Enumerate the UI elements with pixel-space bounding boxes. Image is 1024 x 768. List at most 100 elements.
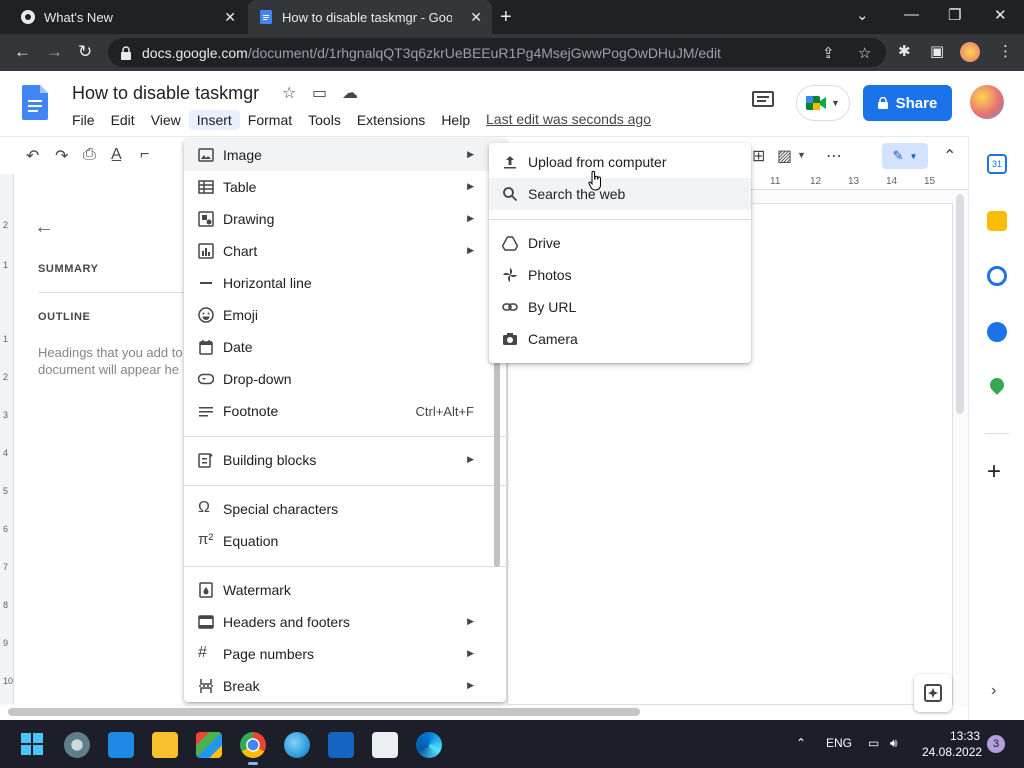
clock[interactable]: 13:33 24.08.2022: [922, 728, 982, 760]
more-options-icon[interactable]: ⋯: [826, 146, 842, 166]
minimize-icon[interactable]: —: [904, 6, 919, 23]
windows-start-icon[interactable]: [20, 732, 44, 756]
volume-icon[interactable]: 🔊︎: [890, 736, 898, 751]
browser-menu-icon[interactable]: ⋮: [998, 42, 1013, 60]
profile-avatar[interactable]: [960, 42, 980, 62]
docs-logo-icon[interactable]: [22, 85, 48, 120]
insert-drawing-item[interactable]: Drawing ▶: [184, 203, 506, 235]
menu-format[interactable]: Format: [240, 110, 300, 130]
menu-help[interactable]: Help: [433, 110, 478, 130]
insert-image-icon[interactable]: ▨: [777, 146, 792, 166]
contacts-app-icon[interactable]: [987, 322, 1007, 342]
snipping-tool-icon[interactable]: [372, 732, 398, 758]
hide-menus-chevron-icon[interactable]: ⌃: [943, 146, 956, 166]
notification-badge[interactable]: 3: [987, 735, 1005, 753]
address-bar[interactable]: docs.google.com/document/d/1rhgnalqQT3q6…: [108, 38, 886, 67]
browser-tab-whats-new[interactable]: What's New ✕: [0, 0, 246, 34]
calendar-app-icon[interactable]: 31: [987, 154, 1007, 174]
explore-button[interactable]: [914, 674, 952, 712]
chevron-down-icon[interactable]: ▼: [797, 150, 806, 160]
keep-app-icon[interactable]: [987, 211, 1007, 231]
chrome-icon[interactable]: [240, 732, 266, 765]
forward-icon[interactable]: →: [46, 42, 63, 62]
insert-watermark-item[interactable]: Watermark: [184, 574, 506, 606]
close-tab-icon[interactable]: ✕: [470, 9, 482, 26]
tasks-app-icon[interactable]: [987, 266, 1007, 286]
insert-date-item[interactable]: Date: [184, 331, 506, 363]
language-indicator[interactable]: ENG: [826, 736, 852, 750]
move-folder-icon[interactable]: ▭: [312, 83, 327, 103]
menu-file[interactable]: File: [64, 110, 103, 130]
last-edit-link[interactable]: Last edit was seconds ago: [486, 111, 651, 127]
editing-mode-button[interactable]: ✎ ▼: [882, 143, 928, 169]
insert-break-item[interactable]: Break ▶: [184, 670, 506, 702]
extensions-icon[interactable]: ✱: [898, 42, 911, 60]
reload-icon[interactable]: ↻: [78, 42, 92, 62]
close-window-icon[interactable]: ✕: [994, 6, 1007, 24]
undo-icon[interactable]: ↶: [26, 146, 39, 166]
new-tab-icon[interactable]: +: [500, 6, 512, 29]
globe-app-icon[interactable]: [284, 732, 310, 758]
close-tab-icon[interactable]: ✕: [224, 9, 236, 26]
spellcheck-icon[interactable]: A̲: [111, 146, 122, 164]
maps-app-icon[interactable]: [987, 375, 1007, 395]
drive-item[interactable]: Drive: [489, 227, 751, 259]
photos-item[interactable]: Photos: [489, 259, 751, 291]
show-side-panel-chevron-icon[interactable]: ›: [991, 682, 996, 700]
insert-image-item[interactable]: Image ▶: [184, 139, 506, 171]
share-button[interactable]: Share: [863, 85, 952, 121]
share-page-icon[interactable]: ⇪: [822, 44, 835, 62]
network-icon[interactable]: ▭: [868, 736, 879, 750]
close-outline-arrow-icon[interactable]: ←: [34, 216, 54, 239]
insert-footnote-item[interactable]: Footnote Ctrl+Alt+F: [184, 395, 506, 427]
insert-comment-icon[interactable]: ⊞: [752, 146, 765, 166]
back-icon[interactable]: ←: [14, 42, 31, 62]
tray-chevron-icon[interactable]: ⌃: [796, 736, 806, 750]
print-icon[interactable]: ⎙: [83, 146, 96, 164]
file-explorer-icon[interactable]: [152, 732, 178, 758]
insert-chart-item[interactable]: Chart ▶: [184, 235, 506, 267]
insert-emoji-item[interactable]: Emoji: [184, 299, 506, 331]
notepad-icon[interactable]: [108, 732, 134, 758]
insert-dropdown-item[interactable]: Drop-down: [184, 363, 506, 395]
paint-format-icon[interactable]: ⌐: [140, 146, 149, 164]
get-addons-plus-icon[interactable]: +: [987, 460, 1001, 484]
store-icon[interactable]: [196, 732, 222, 758]
comment-history-icon[interactable]: [752, 91, 774, 109]
star-icon[interactable]: ☆: [282, 83, 296, 103]
insert-equation-item[interactable]: π² Equation: [184, 525, 506, 557]
account-avatar[interactable]: [970, 85, 1004, 119]
insert-horizontal-line-item[interactable]: Horizontal line: [184, 267, 506, 299]
by-url-item[interactable]: By URL: [489, 291, 751, 323]
settings-gear-icon[interactable]: [64, 732, 90, 758]
search-the-web-item[interactable]: Search the web: [489, 178, 751, 210]
menu-extensions[interactable]: Extensions: [349, 110, 433, 130]
hint-line: document will appear he: [38, 362, 179, 377]
summary-heading[interactable]: SUMMARY: [38, 263, 99, 275]
document-title[interactable]: How to disable taskmgr: [72, 83, 259, 104]
menu-insert[interactable]: Insert: [188, 110, 240, 130]
insert-special-characters-item[interactable]: Ω Special characters: [184, 493, 506, 525]
restore-icon[interactable]: ❐: [948, 6, 961, 24]
insert-building-blocks-item[interactable]: Building blocks ▶: [184, 444, 506, 476]
menu-tools[interactable]: Tools: [300, 110, 349, 130]
browser-tab-docs[interactable]: How to disable taskmgr - Google Docs ✕: [248, 0, 492, 34]
side-panel-icon[interactable]: ▣: [930, 42, 944, 60]
camera-item[interactable]: Camera: [489, 323, 751, 355]
horizontal-scrollbar[interactable]: [8, 708, 640, 716]
tab-search-chevron-icon[interactable]: ⌄: [856, 6, 869, 24]
meet-button[interactable]: ▼: [796, 85, 850, 121]
insert-page-numbers-item[interactable]: # Page numbers ▶: [184, 638, 506, 670]
menu-view[interactable]: View: [143, 110, 189, 130]
edge-icon[interactable]: [416, 732, 442, 758]
bookmark-star-icon[interactable]: ☆: [858, 44, 871, 62]
blue-app-icon[interactable]: [328, 732, 354, 758]
document-scrollbar[interactable]: [956, 194, 964, 414]
cloud-saved-icon[interactable]: ☁: [342, 83, 358, 103]
insert-headers-footers-item[interactable]: Headers and footers ▶: [184, 606, 506, 638]
insert-table-item[interactable]: Table ▶: [184, 171, 506, 203]
upload-from-computer-item[interactable]: Upload from computer: [489, 146, 751, 178]
menu-scrollbar[interactable]: [494, 359, 500, 567]
redo-icon[interactable]: ↷: [55, 146, 68, 166]
menu-edit[interactable]: Edit: [103, 110, 143, 130]
